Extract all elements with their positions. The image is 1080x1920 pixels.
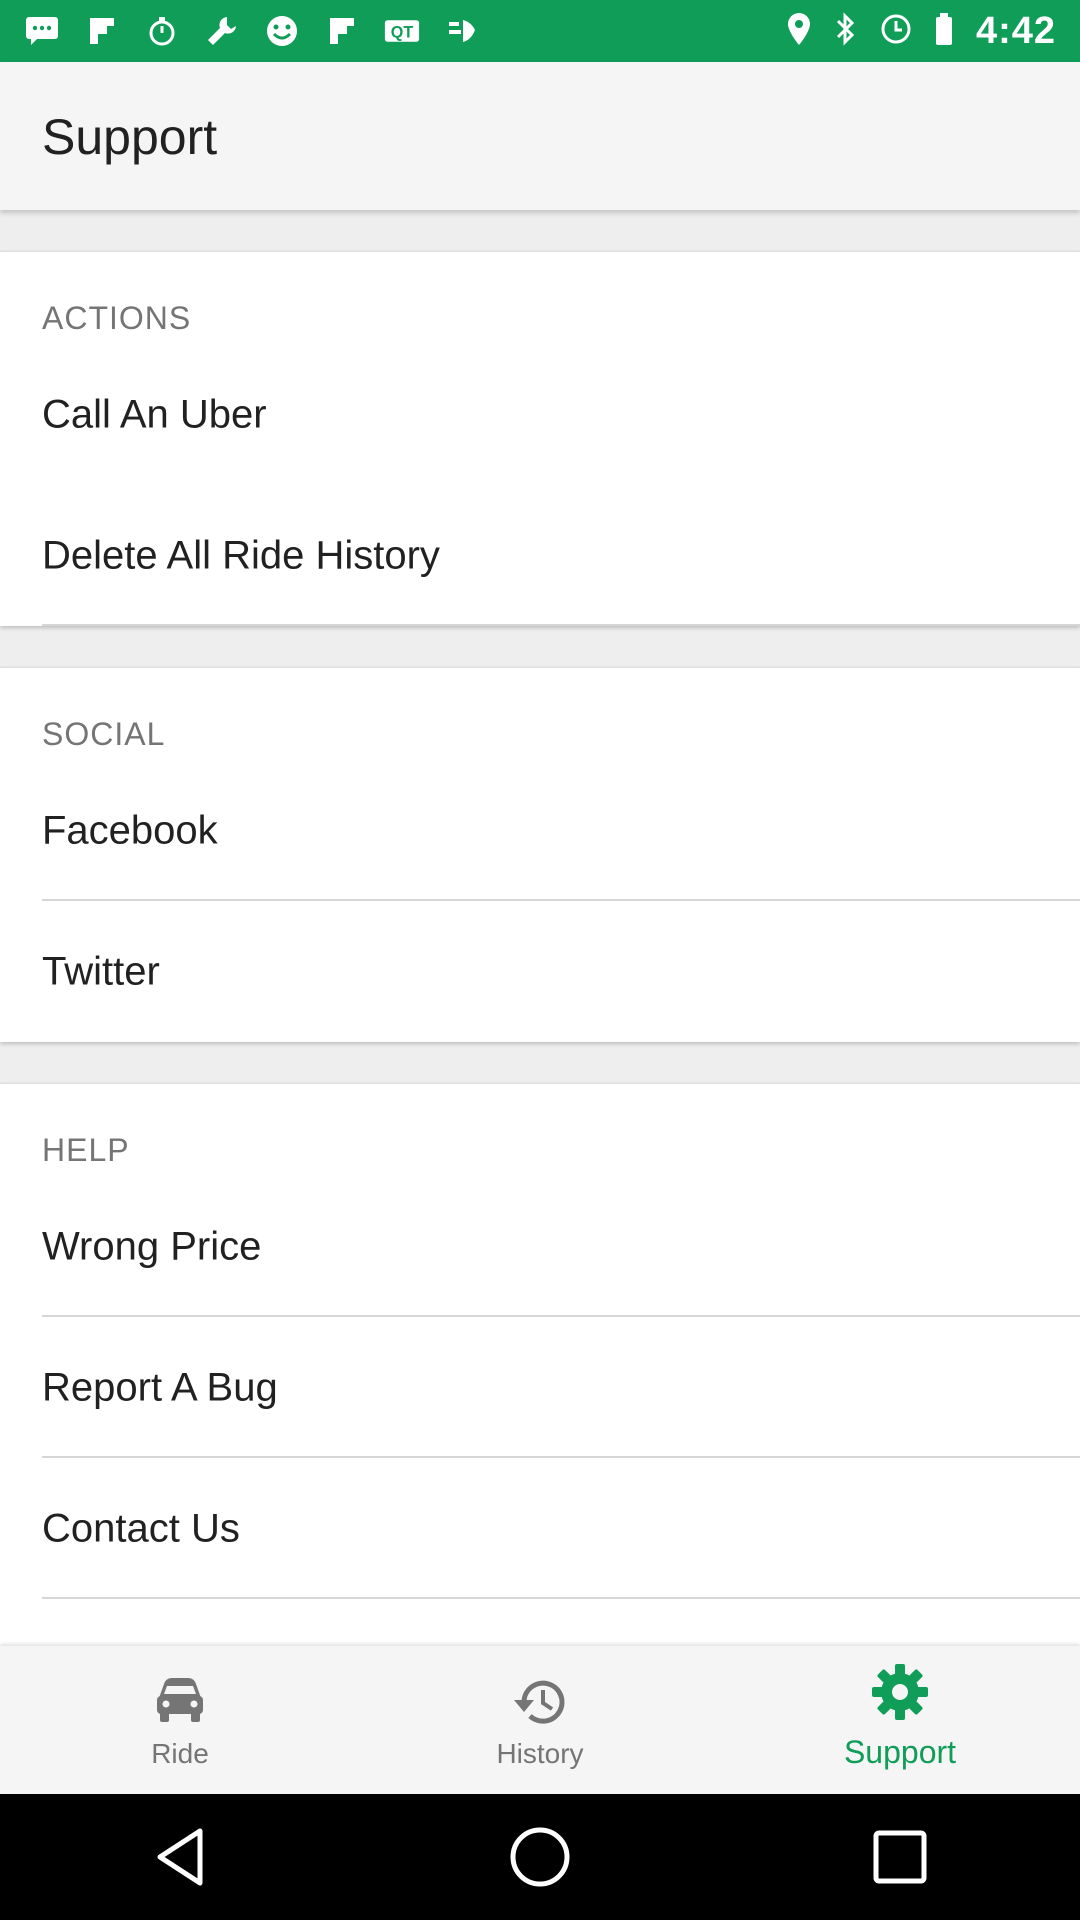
list-item-label: Call An Uber [42,392,267,436]
nav-label: Ride [151,1738,209,1769]
list-item-label: Facebook [42,808,218,852]
list-item-wrong-price[interactable]: Wrong Price [0,1176,1080,1317]
list-item-twitter[interactable]: Twitter [0,901,1080,1042]
home-icon[interactable] [505,1822,575,1892]
location-icon [786,12,812,51]
list-item-label: Report A Bug [42,1365,278,1409]
status-time: 4:42 [975,9,1056,52]
system-nav-bar [0,1794,1080,1920]
bottom-nav: Ride History Support [0,1646,1080,1794]
list-item-label: Twitter [42,949,160,993]
car-icon [154,1676,206,1729]
section-label-actions: ACTIONS [42,300,192,336]
list-item-label: Wrong Price [42,1224,262,1268]
nav-label: History [496,1738,584,1769]
nav-label: Support [843,1734,957,1770]
help-card: HELP Wrong Price Report A Bug Contact Us [0,1083,1080,1684]
app-icon [444,13,480,49]
nav-item-ride[interactable]: Ride [0,1646,360,1794]
list-item-label: Delete All Ride History [42,533,440,577]
status-bar: QT 4:42 [0,0,1080,62]
back-icon[interactable] [145,1822,215,1892]
battery-icon [934,12,954,51]
list-item-call-an-uber[interactable]: Call An Uber [0,344,1080,485]
app-bar: Support [0,62,1080,210]
stopwatch-icon [144,13,180,49]
smiley-icon [264,13,300,49]
divider [42,624,1080,626]
flipboard-icon [324,13,360,49]
nav-item-history[interactable]: History [360,1646,720,1794]
actions-card: ACTIONS Call An Uber Delete All Ride His… [0,251,1080,626]
list-item-facebook[interactable]: Facebook [0,760,1080,901]
chat-icon [24,13,60,49]
divider [42,1597,1080,1599]
qt-icon: QT [384,13,420,49]
nav-item-support[interactable]: Support [720,1646,1080,1794]
svg-text:QT: QT [391,23,414,41]
clock-icon [880,13,912,50]
section-label-social: SOCIAL [42,716,166,752]
social-card: SOCIAL Facebook Twitter [0,667,1080,1042]
page-title: Support [42,109,218,165]
section-label-help: HELP [42,1132,130,1168]
list-item-report-a-bug[interactable]: Report A Bug [0,1317,1080,1458]
history-icon [512,1676,568,1733]
list-item-label: Contact Us [42,1506,240,1550]
gear-icon [870,1662,930,1727]
flipboard-icon [84,13,120,49]
list-item-delete-all-ride-history[interactable]: Delete All Ride History [0,485,1080,626]
list-item-contact-us[interactable]: Contact Us [0,1458,1080,1599]
recents-icon[interactable] [865,1822,935,1892]
wrench-icon [204,13,240,49]
bluetooth-icon [834,11,858,51]
